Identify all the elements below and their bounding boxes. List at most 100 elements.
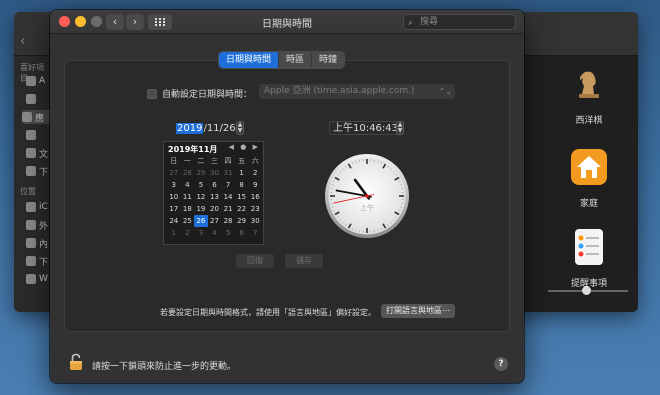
tab-clock[interactable]: 時鐘 [312,52,345,68]
calendar-day[interactable]: 24 [167,215,181,227]
analog-clock[interactable]: 上午 [324,153,410,239]
finder-sidebar: 喜好項目 A 應 文 下 位置 iC 外 內 下 W [14,56,52,312]
calendar-day[interactable]: 2 [181,227,195,239]
time-stepper[interactable]: ▲ ▼ [396,121,404,135]
calendar-day[interactable]: 30 [248,215,262,227]
calendar-day[interactable]: 9 [248,179,262,191]
search-icon: ⌕ [408,18,414,28]
calendar-nav[interactable]: ◀ ● ▶ [229,143,260,151]
home-icon [571,149,607,185]
auto-set-checkbox[interactable] [147,88,157,99]
calendar-weekday: 四 [224,157,232,165]
applications-icon [22,112,32,122]
calendar-day[interactable]: 17 [167,203,181,215]
calendar-day[interactable]: 6 [208,179,222,191]
calendar-day[interactable]: 1 [167,227,181,239]
sidebar-item[interactable]: 下 [26,254,48,268]
sidebar-item[interactable]: 外 [26,218,48,232]
slider-knob[interactable] [582,286,591,295]
tab-bar: 日期與時間 時區 時鐘 [219,52,345,68]
calendar-month: 2019年11月 [168,145,218,154]
calendar-day[interactable]: 23 [248,203,262,215]
calendar-day[interactable]: 29 [235,215,249,227]
lock-hint: 請按一下鎖頭來防止進一步的更動。 [92,362,237,372]
time-field[interactable]: 上午10:46:43 [329,121,402,135]
tab-date-time[interactable]: 日期與時間 [219,52,280,68]
calendar-day[interactable]: 31 [221,167,235,179]
sidebar-item[interactable]: W [26,272,48,286]
date-rest[interactable]: /11/26 [203,123,235,134]
sidebar-item[interactable]: A [26,74,48,88]
help-button[interactable]: ? [494,357,508,371]
revert-button[interactable]: 回復 [236,254,274,268]
date-time-window: ‹ › 日期與時間 ⌕ 搜尋 日期與時間 時區 時鐘 自動設定日期與時間： Ap… [50,10,524,383]
date-field[interactable]: 2019 /11/26 [176,121,236,135]
calendar-day[interactable]: 4 [181,179,195,191]
calendar-day[interactable]: 4 [208,227,222,239]
sidebar-item-icloud[interactable]: iC [26,200,48,214]
calendar-day[interactable]: 2 [248,167,262,179]
calendar-day[interactable]: 3 [194,227,208,239]
sidebar-item[interactable]: 內 [26,236,48,250]
calendar-day[interactable]: 10 [167,191,181,203]
calendar-day[interactable]: 18 [181,203,195,215]
save-button[interactable]: 儲存 [285,254,323,268]
calendar-day[interactable]: 21 [221,203,235,215]
app-home[interactable]: 家庭 [549,147,629,209]
date-stepper[interactable]: ▲ ▼ [236,121,244,135]
calendar-day[interactable]: 28 [181,167,195,179]
disk-icon [26,238,36,248]
calendar-day[interactable]: 6 [235,227,249,239]
recents-icon [26,94,36,104]
tab-time-zone[interactable]: 時區 [279,52,313,68]
calendar-day[interactable]: 12 [194,191,208,203]
open-language-region-button[interactable]: 打開語言與地區⋯ [381,304,455,318]
calendar-day[interactable]: 25 [181,215,195,227]
calendar-day[interactable]: 13 [208,191,222,203]
calendar-day[interactable]: 3 [167,179,181,191]
calendar-day[interactable]: 14 [221,191,235,203]
date-year[interactable]: 2019 [176,122,204,134]
calendar-day[interactable]: 27 [167,167,181,179]
app-reminders[interactable]: 提醒事項 [549,227,629,289]
calendar-day[interactable]: 1 [235,167,249,179]
calendar-day[interactable]: 29 [194,167,208,179]
chevron-left-icon[interactable]: ‹ [20,34,36,50]
app-label: 家庭 [579,199,598,209]
titlebar: ‹ › 日期與時間 ⌕ 搜尋 [50,10,524,34]
calendar-day[interactable]: 27 [208,215,222,227]
sidebar-item-documents[interactable]: 文 [26,146,48,160]
time-server-select[interactable]: Apple 亞洲 (time.asia.apple.com.) ⌃⌄ [259,84,455,99]
calendar-day[interactable]: 28 [221,215,235,227]
calendar-day-selected[interactable]: 26 [194,215,208,227]
app-chess[interactable]: 西洋棋 [549,64,629,126]
search-input[interactable]: ⌕ 搜尋 [403,14,516,30]
sidebar-item-applications[interactable]: 應 [22,110,52,124]
auto-set-row: 自動設定日期與時間： [147,87,252,100]
calendar-day[interactable]: 7 [221,179,235,191]
time-server-value: Apple 亞洲 (time.asia.apple.com.) [264,86,415,96]
calendar: 2019年11月 ◀ ● ▶ 日一二三四五六 27 28 29 30 31 1 2 3 4 5 6 7 8… [163,141,264,245]
sidebar-item[interactable] [26,92,48,106]
calendar-day[interactable]: 15 [235,191,249,203]
disk-icon [26,220,36,230]
calendar-day[interactable]: 16 [248,191,262,203]
search-placeholder: 搜尋 [420,17,439,27]
app-label: 西洋棋 [575,116,603,126]
lock-icon[interactable] [69,353,83,371]
calendar-day[interactable]: 8 [235,179,249,191]
document-icon [26,148,36,158]
calendar-day[interactable]: 7 [248,227,262,239]
calendar-weekday: 一 [183,157,191,165]
calendar-day[interactable]: 20 [208,203,222,215]
sidebar-item[interactable] [26,128,48,142]
sidebar-item-downloads[interactable]: 下 [26,164,48,178]
calendar-day[interactable]: 22 [235,203,249,215]
calendar-day[interactable]: 30 [208,167,222,179]
calendar-day[interactable]: 5 [221,227,235,239]
calendar-day[interactable]: 5 [194,179,208,191]
calendar-day[interactable]: 19 [194,203,208,215]
calendar-day[interactable]: 11 [181,191,195,203]
calendar-grid: 日一二三四五六 27 28 29 30 31 1 2 3 4 5 6 7 8 9 10 11 12 13 14 15 16… [167,155,262,239]
disk-icon [26,256,36,266]
